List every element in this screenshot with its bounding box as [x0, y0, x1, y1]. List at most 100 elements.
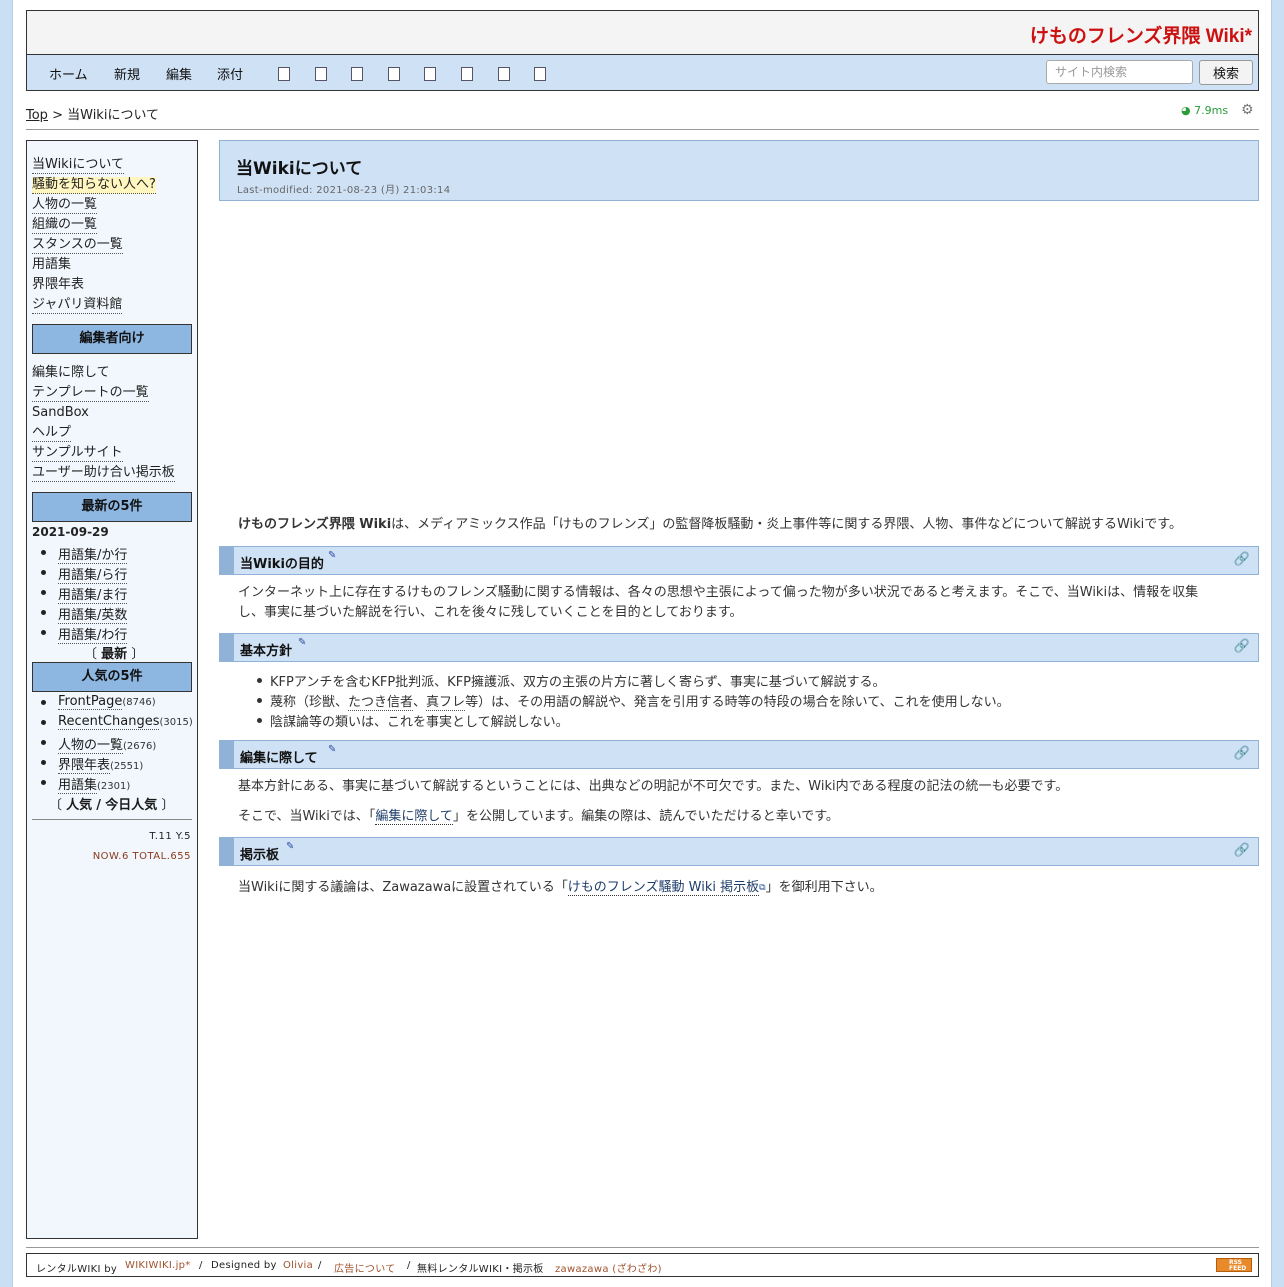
- policy-text: 、: [413, 695, 427, 710]
- popular-link[interactable]: FrontPage: [58, 694, 123, 710]
- diff-icon[interactable]: [315, 67, 327, 81]
- list-item: 陰謀論等の類いは、これを事実として解説しない。: [257, 711, 569, 730]
- board-text: 当Wikiに関する議論は、Zawazawaに設置されている「: [238, 880, 568, 895]
- board-paragraph: 当Wikiに関する議論は、Zawazawaに設置されている「けものフレンズ騒動 …: [238, 878, 883, 898]
- link-icon[interactable]: 🔗: [1234, 843, 1250, 858]
- popular-more-link[interactable]: 人気: [66, 798, 92, 813]
- list-item: 用語集(2301): [40, 774, 130, 794]
- popular-link[interactable]: RecentChanges: [58, 714, 160, 730]
- editing-guide-link[interactable]: 編集に際して: [375, 809, 453, 825]
- policy-text: 蔑称（珍獣、: [270, 695, 349, 710]
- list-item: 蔑称（珍獣、たつき信者、真フレ等）は、その用語の解説や、発言を引用する時等の特段…: [257, 691, 1010, 711]
- policy-link-shinfure[interactable]: 真フレ: [426, 695, 466, 711]
- recent-link[interactable]: 用語集/か行: [58, 548, 128, 564]
- counter-ty: T.11 Y.5: [149, 831, 191, 842]
- sidebar-item-user-board[interactable]: ユーザー助け合い掲示板: [32, 465, 175, 482]
- lock-icon[interactable]: [424, 67, 436, 81]
- recent-link[interactable]: 用語集/ら行: [58, 568, 128, 584]
- sidebar-item-stances[interactable]: スタンスの一覧: [32, 237, 123, 254]
- today-popular-link[interactable]: 今日人気: [105, 798, 157, 813]
- footer-sep: /: [318, 1260, 322, 1271]
- search-button[interactable]: 検索: [1199, 60, 1253, 85]
- nav-attach-link[interactable]: 添付: [217, 64, 243, 83]
- list-item: 界隈年表(2551): [40, 754, 143, 774]
- footer: レンタルWIKI by WIKIWIKI.jp* / Designed by O…: [26, 1253, 1259, 1277]
- performance-time: 7.9ms: [1194, 104, 1229, 117]
- popular-link[interactable]: 界隈年表: [58, 758, 111, 774]
- copy-page-icon[interactable]: [278, 67, 290, 81]
- pencil-icon[interactable]: ✎: [298, 637, 306, 648]
- rss-feed-icon[interactable]: RSS FEED: [1216, 1258, 1252, 1272]
- sidebar-item-archive[interactable]: ジャパリ資料館: [32, 297, 123, 314]
- editor-section-heading: 編集者向け: [32, 324, 192, 354]
- recent-more: 〔 最新 〕: [84, 647, 145, 662]
- nav-edit-link[interactable]: 編集: [166, 64, 192, 83]
- recent-more-link[interactable]: 最新: [101, 647, 127, 662]
- list-item: FrontPage(8746): [41, 694, 156, 710]
- divider: [26, 129, 1259, 130]
- save-icon[interactable]: [388, 67, 400, 81]
- pencil-icon[interactable]: ✎: [328, 744, 336, 755]
- nav-home-link[interactable]: ホーム: [49, 64, 88, 83]
- recent-link[interactable]: 用語集/英数: [58, 608, 128, 624]
- sidebar-item-editing-guide[interactable]: 編集に際して: [32, 365, 110, 381]
- page-title: 当Wikiについて: [236, 159, 363, 179]
- footer-wikiwiki-link[interactable]: WIKIWIKI.jp*: [125, 1260, 191, 1271]
- policy-link-tatsuki[interactable]: たつき信者: [348, 695, 414, 711]
- footer-sep: /: [407, 1260, 411, 1271]
- editing-text: そこで、当Wikiでは、「: [238, 809, 376, 824]
- section-heading-board: 掲示板 ✎ 🔗: [219, 837, 1259, 866]
- editing-paragraph-1: 基本方針にある、事実に基づいて解説するということには、出典などの明記が不可欠です…: [238, 779, 1069, 794]
- footer-olivia-link[interactable]: Olivia: [283, 1260, 313, 1271]
- nav-bar: ホーム 新規 編集 添付 検索: [26, 54, 1259, 91]
- new-page-icon[interactable]: [498, 67, 510, 81]
- breadcrumb: Top > 当Wikiについて: [26, 104, 159, 123]
- sidebar-item-about[interactable]: 当Wikiについて: [32, 157, 124, 174]
- recent-link[interactable]: 用語集/わ行: [58, 628, 128, 644]
- pencil-icon[interactable]: ✎: [286, 841, 294, 852]
- popular-link[interactable]: 用語集: [58, 778, 98, 794]
- sidebar-item-intro[interactable]: 騒動を知らない人へ?: [32, 177, 156, 194]
- help-icon[interactable]: [534, 67, 546, 81]
- pencil-icon[interactable]: ✎: [328, 550, 336, 561]
- footer-zawazawa-link[interactable]: zawazawa (ざわざわ): [555, 1260, 662, 1275]
- list-item: 用語集/か行: [40, 544, 128, 564]
- delete-icon[interactable]: [351, 67, 363, 81]
- nav-new-link[interactable]: 新規: [114, 64, 140, 83]
- purpose-text-line1: インターネット上に存在するけものフレンズ騒動に関する情報は、各々の思想や主張によ…: [238, 585, 1199, 600]
- footer-ads-link[interactable]: 広告について: [334, 1260, 396, 1275]
- sidebar-item-timeline[interactable]: 界隈年表: [32, 277, 84, 293]
- intro-paragraph: けものフレンズ界隈 Wikiは、メディアミックス作品「けものフレンズ」の監督降板…: [238, 515, 1182, 535]
- sidebar-item-glossary[interactable]: 用語集: [32, 257, 71, 273]
- sidebar-item-help[interactable]: ヘルプ: [32, 425, 72, 442]
- link-icon[interactable]: 🔗: [1234, 552, 1250, 567]
- last-modified: Last-modified: 2021-08-23 (月) 21:03:14: [237, 185, 451, 196]
- divider: [32, 819, 192, 820]
- sidebar-item-sample-site[interactable]: サンプルサイト: [32, 445, 123, 462]
- list-item: 用語集/英数: [40, 604, 128, 624]
- board-link[interactable]: けものフレンズ騒動 Wiki 掲示板: [567, 880, 760, 896]
- list-item: 用語集/ま行: [40, 584, 128, 604]
- gear-icon[interactable]: ⚙: [1241, 102, 1254, 118]
- sidebar: 当Wikiについて 騒動を知らない人へ? 人物の一覧 組織の一覧 スタンスの一覧…: [26, 140, 198, 1239]
- popular-link[interactable]: 人物の一覧: [58, 738, 124, 754]
- speedometer-icon: ◕: [1181, 104, 1191, 117]
- list-icon[interactable]: [461, 67, 473, 81]
- link-icon[interactable]: 🔗: [1234, 746, 1250, 761]
- recent-link[interactable]: 用語集/ま行: [58, 588, 128, 604]
- list-item: 用語集/ら行: [40, 564, 128, 584]
- search-input[interactable]: [1046, 60, 1193, 84]
- sidebar-item-orgs[interactable]: 組織の一覧: [32, 217, 98, 234]
- section-heading-text: 当Wikiの目的: [240, 557, 324, 572]
- breadcrumb-top-link[interactable]: Top: [26, 108, 48, 123]
- sidebar-item-sandbox[interactable]: SandBox: [32, 405, 89, 421]
- editing-paragraph-2: そこで、当Wikiでは、「編集に際して」を公開しています。編集の際は、読んでいた…: [238, 807, 839, 827]
- footer-sep: /: [199, 1260, 203, 1271]
- link-icon[interactable]: 🔗: [1234, 639, 1250, 654]
- breadcrumb-current: 当Wikiについて: [67, 108, 160, 123]
- sidebar-item-templates[interactable]: テンプレートの一覧: [32, 385, 149, 402]
- site-title[interactable]: けものフレンズ界隈 Wiki*: [1030, 21, 1252, 48]
- sidebar-item-people[interactable]: 人物の一覧: [32, 197, 98, 214]
- list-item: 人物の一覧(2676): [40, 734, 156, 754]
- list-item: 用語集/わ行: [40, 624, 128, 644]
